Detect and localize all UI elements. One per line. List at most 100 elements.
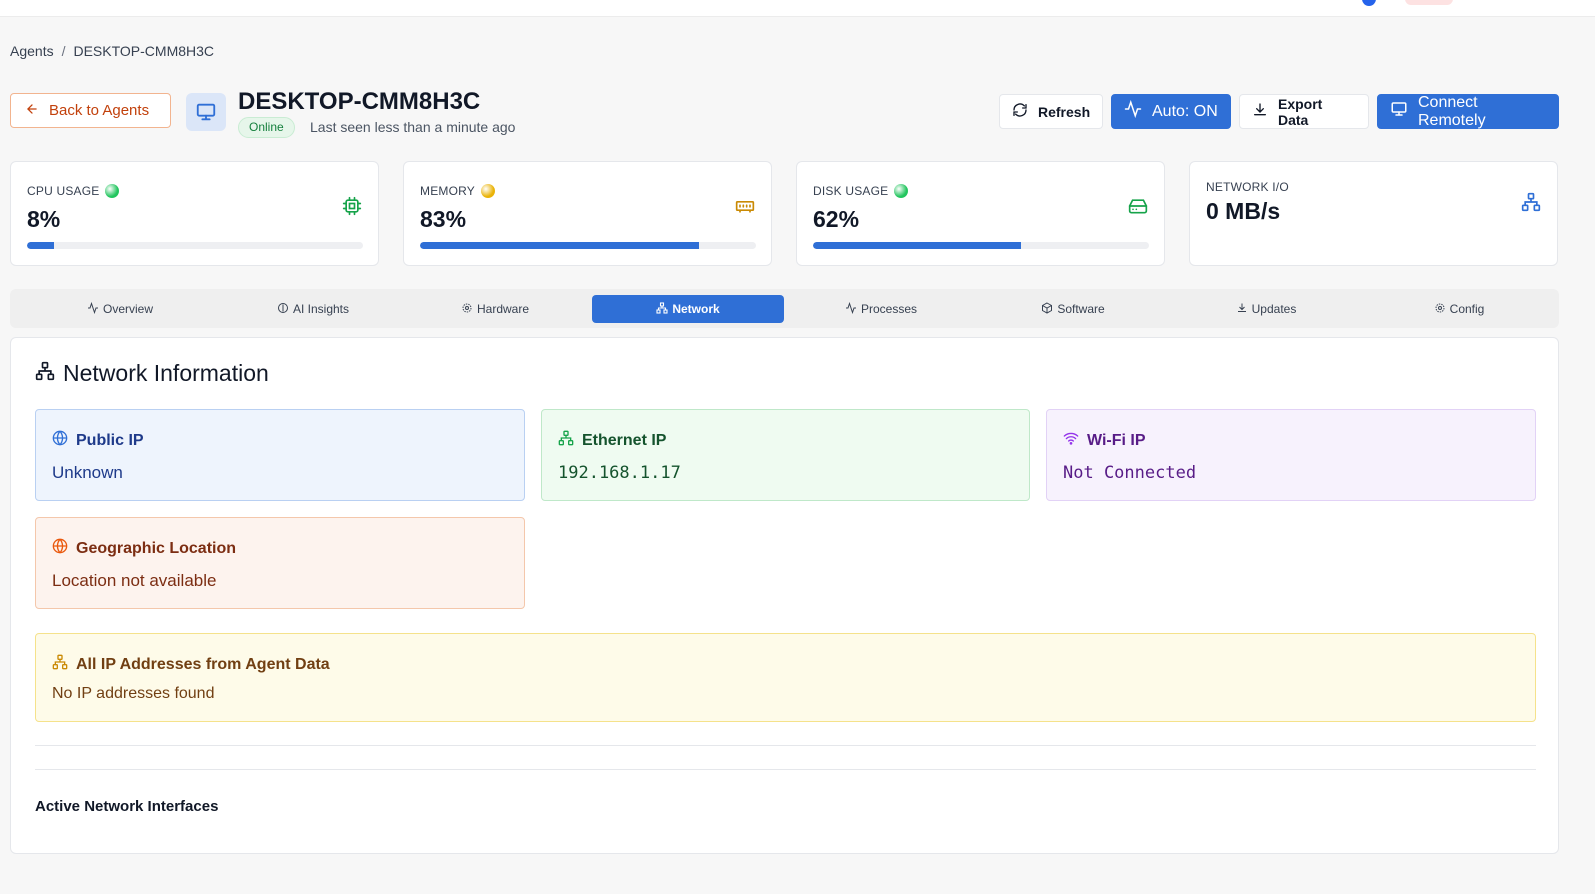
network-io-card: NETWORK I/O 0 MB/s bbox=[1189, 161, 1558, 266]
monitor-icon bbox=[1390, 100, 1408, 123]
user-avatar[interactable] bbox=[1362, 0, 1376, 6]
ethernet-ip-value: 192.168.1.17 bbox=[558, 463, 681, 483]
memory-progress-bar bbox=[420, 242, 756, 249]
top-bar bbox=[0, 0, 1595, 17]
back-label: Back to Agents bbox=[49, 102, 150, 119]
tab-label: Config bbox=[1449, 302, 1485, 316]
network-icon bbox=[35, 360, 55, 387]
ethernet-ip-card: Ethernet IP 192.168.1.17 bbox=[541, 409, 1030, 501]
network-icon bbox=[1521, 192, 1541, 217]
gear-icon bbox=[1434, 302, 1446, 317]
public-ip-card: Public IP Unknown bbox=[35, 409, 525, 501]
refresh-label: Refresh bbox=[1038, 103, 1091, 120]
geo-title-row: Geographic Location bbox=[52, 538, 236, 559]
tab-updates[interactable]: Updates bbox=[1170, 295, 1362, 323]
tab-label: Overview bbox=[102, 302, 153, 316]
network-panel: Network Information Public IP Unknown Et… bbox=[10, 337, 1559, 854]
hard-drive-icon bbox=[1128, 196, 1148, 221]
connect-remotely-button[interactable]: Connect Remotely bbox=[1377, 94, 1559, 129]
breadcrumb: Agents / DESKTOP-CMM8H3C bbox=[10, 43, 214, 59]
monitor-icon bbox=[186, 93, 226, 131]
back-to-agents-button[interactable]: Back to Agents bbox=[10, 93, 171, 128]
divider bbox=[35, 769, 1536, 770]
disk-usage-card: DISK USAGE 62% bbox=[796, 161, 1165, 266]
refresh-icon bbox=[1012, 102, 1028, 121]
export-data-button[interactable]: Export Data bbox=[1239, 94, 1369, 129]
network-value: 0 MB/s bbox=[1206, 198, 1281, 224]
download-icon bbox=[1236, 302, 1248, 317]
cpu-label-row: CPU USAGE bbox=[27, 184, 120, 198]
tab-config[interactable]: Config bbox=[1363, 295, 1555, 323]
geographic-location-card: Geographic Location Location not availab… bbox=[35, 517, 525, 609]
public-ip-value: Unknown bbox=[52, 463, 123, 482]
geo-title: Geographic Location bbox=[76, 539, 237, 557]
geo-value: Location not available bbox=[52, 571, 217, 590]
ethernet-ip-title: Ethernet IP bbox=[582, 431, 667, 449]
tab-processes[interactable]: Processes bbox=[785, 295, 977, 323]
tab-label: AI Insights bbox=[292, 302, 350, 316]
tab-label: Updates bbox=[1251, 302, 1297, 316]
network-icon bbox=[558, 430, 574, 451]
all-ips-title-row: All IP Addresses from Agent Data bbox=[52, 654, 330, 675]
disk-label: DISK USAGE bbox=[813, 184, 889, 198]
last-seen-text: Last seen less than a minute ago bbox=[310, 119, 516, 135]
activity-icon bbox=[1124, 99, 1142, 123]
tab-network[interactable]: Network bbox=[592, 295, 784, 323]
all-ips-value: No IP addresses found bbox=[52, 685, 215, 702]
wifi-ip-title: Wi-Fi IP bbox=[1087, 431, 1146, 449]
cpu-icon bbox=[342, 196, 362, 221]
download-icon bbox=[1252, 102, 1268, 121]
memory-icon bbox=[735, 196, 755, 221]
arrow-left-icon bbox=[25, 102, 39, 120]
wifi-ip-value: Not Connected bbox=[1063, 463, 1197, 483]
memory-progress-fill bbox=[420, 242, 699, 249]
active-interfaces-title: Active Network Interfaces bbox=[35, 798, 219, 815]
section-title-text: Network Information bbox=[63, 360, 269, 386]
all-ip-addresses-card: All IP Addresses from Agent Data No IP a… bbox=[35, 633, 1536, 722]
breadcrumb-current: DESKTOP-CMM8H3C bbox=[73, 43, 215, 59]
tab-label: Network bbox=[672, 302, 720, 316]
tab-label: Software bbox=[1057, 302, 1105, 316]
wifi-ip-title-row: Wi-Fi IP bbox=[1063, 430, 1146, 451]
divider bbox=[35, 745, 1536, 746]
refresh-button[interactable]: Refresh bbox=[999, 94, 1103, 129]
tab-software[interactable]: Software bbox=[977, 295, 1169, 323]
gear-icon bbox=[461, 302, 473, 317]
tab-overview[interactable]: Overview bbox=[24, 295, 216, 323]
disk-progress-fill bbox=[813, 242, 1022, 249]
breadcrumb-agents-link[interactable]: Agents bbox=[10, 43, 54, 59]
network-label-row: NETWORK I/O bbox=[1206, 180, 1289, 194]
globe-icon bbox=[52, 538, 68, 559]
network-icon bbox=[52, 654, 68, 675]
tab-ai-insights[interactable]: AI Insights bbox=[217, 295, 409, 323]
tab-hardware[interactable]: Hardware bbox=[399, 295, 591, 323]
cpu-progress-fill bbox=[27, 242, 54, 249]
auto-refresh-toggle[interactable]: Auto: ON bbox=[1111, 94, 1231, 129]
tab-bar: Overview AI Insights Hardware Network Pr… bbox=[10, 289, 1559, 328]
notification-badge[interactable] bbox=[1405, 0, 1453, 5]
memory-label-row: MEMORY bbox=[420, 184, 495, 198]
activity-icon bbox=[845, 301, 857, 317]
cpu-usage-card: CPU USAGE 8% bbox=[10, 161, 379, 266]
connect-label: Connect Remotely bbox=[1418, 93, 1486, 129]
cpu-label: CPU USAGE bbox=[27, 184, 100, 198]
globe-icon bbox=[52, 430, 68, 451]
page-title: DESKTOP-CMM8H3C bbox=[238, 88, 481, 115]
wifi-icon bbox=[1063, 430, 1079, 451]
disk-value: 62% bbox=[813, 206, 860, 232]
network-label: NETWORK I/O bbox=[1206, 180, 1289, 194]
public-ip-title-row: Public IP bbox=[52, 430, 144, 451]
status-badge: Online bbox=[238, 117, 295, 138]
memory-value: 83% bbox=[420, 206, 467, 232]
disk-status-dot bbox=[894, 184, 909, 198]
auto-label: Auto: ON bbox=[1152, 102, 1218, 120]
package-icon bbox=[1041, 301, 1053, 317]
cpu-status-dot bbox=[105, 184, 120, 198]
activity-icon bbox=[87, 301, 99, 317]
tab-label: Processes bbox=[860, 302, 918, 316]
tab-label: Hardware bbox=[476, 302, 530, 316]
public-ip-title: Public IP bbox=[76, 431, 144, 449]
network-icon bbox=[656, 301, 668, 317]
memory-label: MEMORY bbox=[420, 184, 475, 198]
memory-status-dot bbox=[480, 184, 495, 198]
